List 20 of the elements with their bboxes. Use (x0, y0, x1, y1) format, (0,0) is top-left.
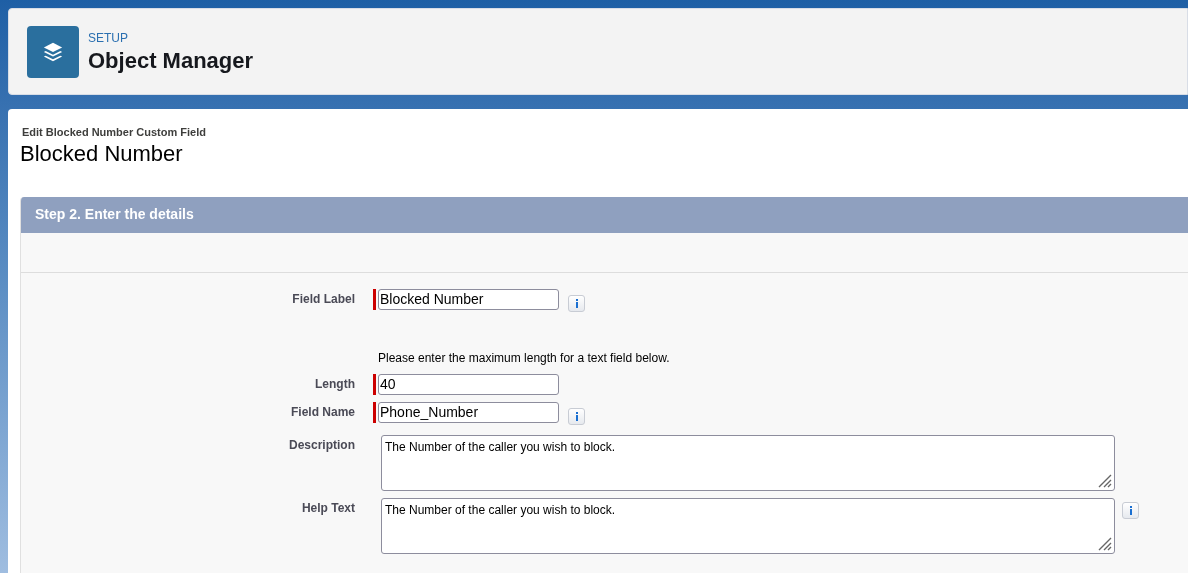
text-input[interactable]: Blocked Number (378, 288, 559, 310)
field-label: Help Text (300, 499, 355, 517)
field-note: Please enter the maximum length for a text field below. (377, 349, 671, 367)
breadcrumb: SETUP (88, 29, 129, 47)
page-title: Blocked Number (20, 140, 184, 167)
field-label: Field Name (289, 403, 355, 421)
page-subtitle: Edit Blocked Number Custom Field (21, 125, 207, 140)
field-label: Length (314, 375, 355, 393)
field-label: Field Label (291, 290, 355, 308)
text-area[interactable]: The Number of the caller you wish to block. (381, 434, 1115, 491)
text-area[interactable]: The Number of the caller you wish to block. (381, 497, 1115, 554)
page-header-title: Object Manager (88, 46, 254, 75)
info-icon[interactable] (568, 294, 585, 312)
field-label: Description (288, 436, 355, 454)
layers-icon (27, 25, 79, 78)
info-icon[interactable] (1122, 501, 1139, 519)
text-input[interactable]: 40 (378, 373, 559, 395)
info-icon[interactable] (568, 407, 585, 425)
text-input[interactable]: Phone_Number (378, 401, 559, 423)
section-title: Step 2. Enter the details (35, 205, 194, 224)
